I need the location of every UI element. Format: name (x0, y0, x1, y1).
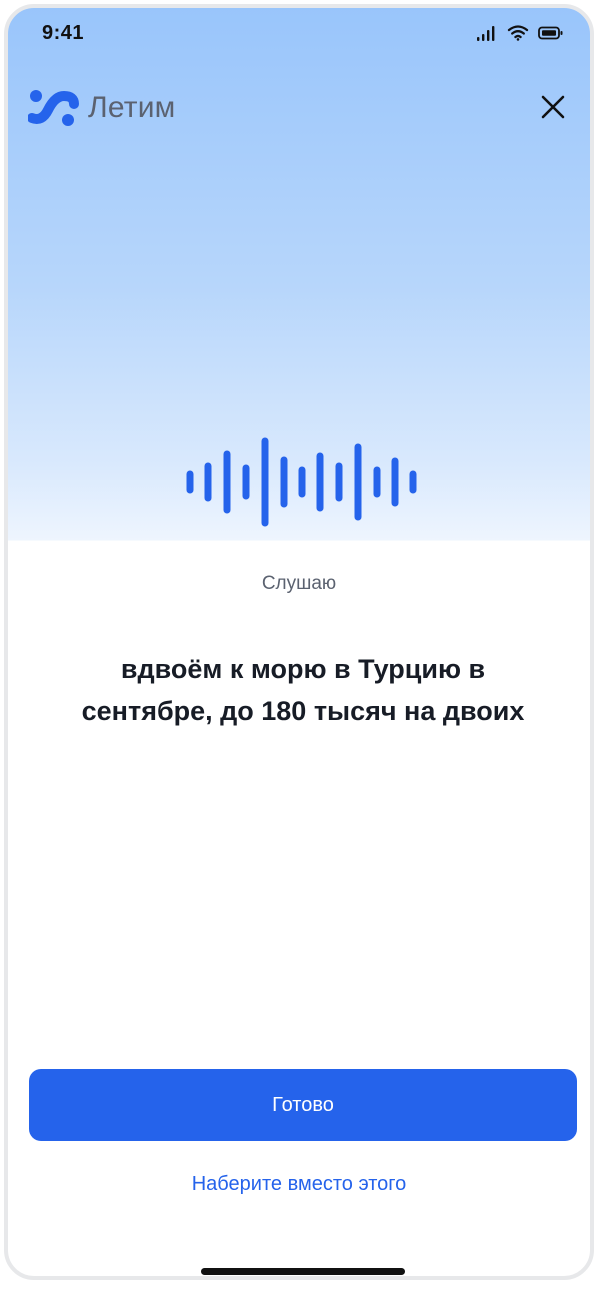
wifi-icon (507, 25, 529, 41)
voice-transcript: вдвоём к морю в Турцию в сентябре, до 18… (81, 654, 525, 726)
status-icons (476, 24, 564, 41)
listening-label: Слушаю (261, 573, 337, 594)
app-logo[interactable]: Летим (28, 88, 176, 128)
logo-text: Летим (88, 91, 176, 124)
home-indicator[interactable] (201, 1268, 405, 1275)
sound-wave-icon (186, 437, 417, 527)
status-time: 9:41 (42, 22, 85, 44)
battery-icon (538, 26, 563, 39)
close-button[interactable] (538, 92, 568, 122)
logo-mark-icon (28, 90, 79, 126)
close-icon (541, 95, 565, 119)
signal-icon (477, 25, 495, 41)
phone-screen: 9:41 Летим Слушаю вдвоём к морю в Турцию… (4, 4, 594, 1280)
app-header: Летим (8, 82, 590, 132)
type-instead-link[interactable]: Наберите вместо этого (8, 1173, 590, 1196)
done-button[interactable]: Готово (29, 1069, 577, 1141)
status-bar: 9:41 (8, 8, 590, 64)
